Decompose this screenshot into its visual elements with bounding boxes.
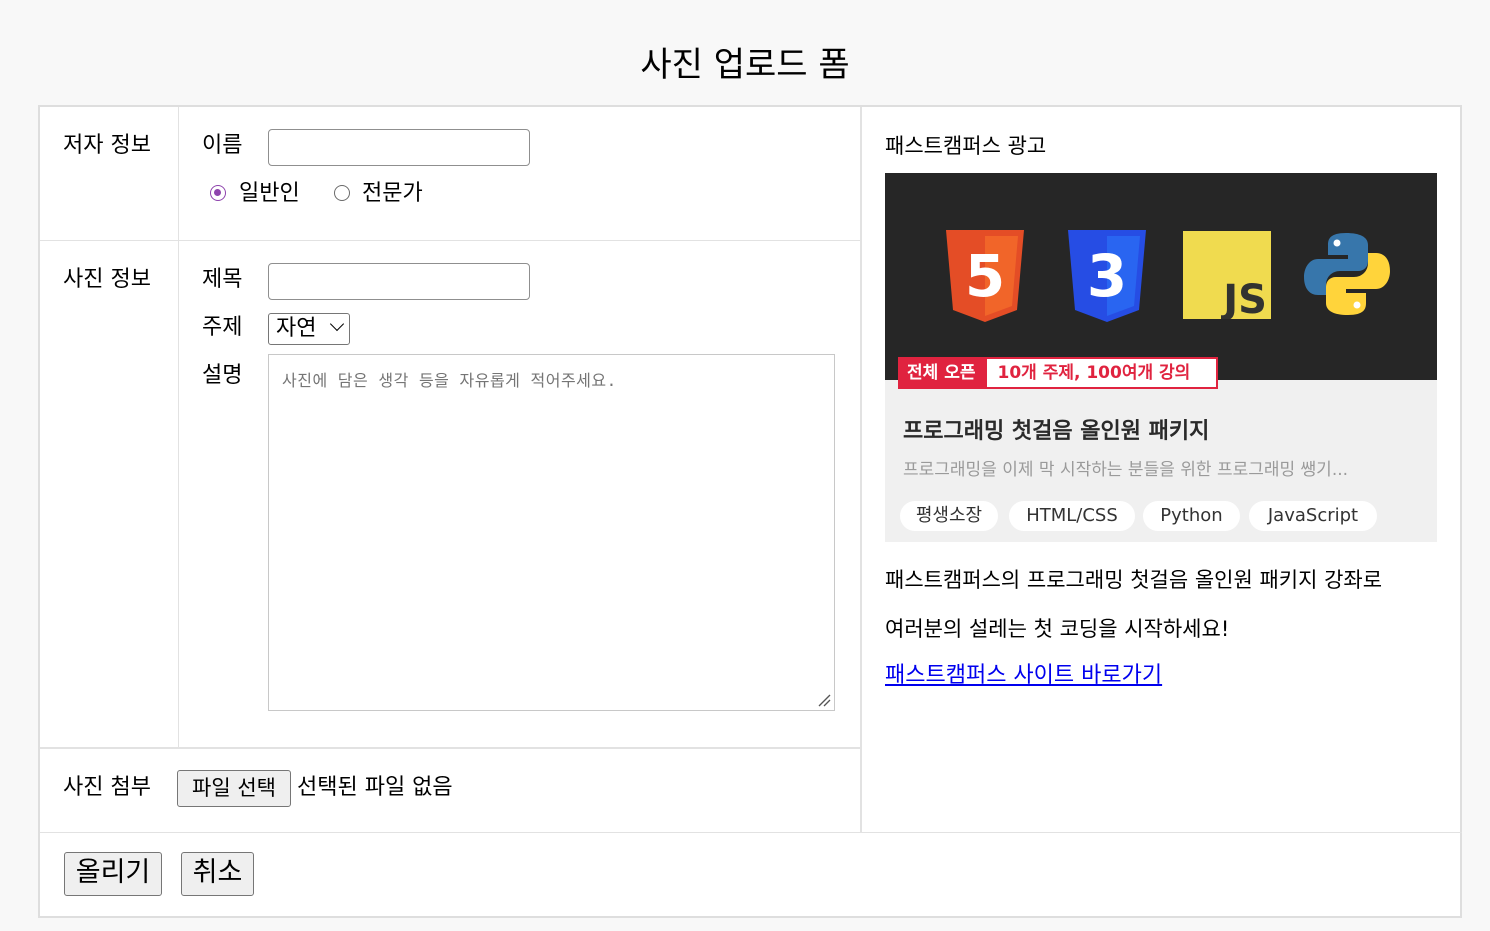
subject-label: 주제	[202, 315, 243, 340]
radio-expert-label: 전문가	[362, 181, 423, 206]
svg-text:JS: JS	[1220, 277, 1267, 319]
row-divider	[40, 747, 860, 749]
description-textarea[interactable]: 사진에 담은 생각 등을 자유롭게 적어주세요.	[268, 354, 835, 711]
css3-icon: 3	[1068, 230, 1146, 322]
ad-chip: HTML/CSS	[1009, 501, 1135, 531]
file-status-text: 선택된 파일 없음	[297, 775, 453, 800]
name-input[interactable]	[268, 129, 530, 166]
chevron-down-icon	[329, 316, 345, 332]
radio-general-label: 일반인	[239, 181, 300, 206]
radio-general[interactable]	[210, 185, 226, 201]
ad-chip: 평생소장	[900, 501, 998, 531]
ad-tag-secondary: 10개 주제, 100여개 강의	[997, 363, 1191, 383]
title-input[interactable]	[268, 263, 530, 300]
description-placeholder: 사진에 담은 생각 등을 자유롭게 적어주세요.	[282, 371, 617, 390]
description-label: 설명	[202, 363, 243, 388]
svg-text:5: 5	[965, 242, 1005, 310]
ad-heading: 패스트캠퍼스 광고	[885, 134, 1047, 158]
submit-button[interactable]: 올리기	[64, 852, 162, 896]
row-divider	[40, 240, 860, 241]
ad-course-title: 프로그래밍 첫걸음 올인원 패키지	[903, 419, 1210, 444]
javascript-icon: JS	[1183, 231, 1271, 319]
ad-course-subtitle: 프로그래밍을 이제 막 시작하는 분들을 위한 프로그래밍 쌩기...	[903, 460, 1349, 480]
page-title: 사진 업로드 폼	[640, 45, 850, 85]
subject-selected-value: 자연	[276, 316, 317, 341]
row-divider	[40, 832, 1462, 833]
ad-banner-image[interactable]: 5 3 JS 전체 오픈 10개 주제, 100여개 강의 프로그래밍 첫걸음 …	[885, 173, 1437, 542]
ad-description-line2: 여러분의 설레는 첫 코딩을 시작하세요!	[885, 617, 1230, 641]
title-label: 제목	[202, 267, 243, 292]
cancel-button[interactable]: 취소	[181, 852, 254, 896]
column-divider	[178, 107, 179, 747]
file-select-button[interactable]: 파일 선택	[177, 770, 291, 807]
subject-select[interactable]: 자연	[268, 313, 350, 345]
ad-description-line1: 패스트캠퍼스의 프로그래밍 첫걸음 올인원 패키지 강좌로	[885, 568, 1383, 592]
author-section-label: 저자 정보	[63, 133, 151, 158]
svg-text:3: 3	[1087, 242, 1127, 310]
ad-tag-primary: 전체 오픈	[900, 359, 988, 387]
column-divider-right	[860, 107, 862, 832]
ad-chip: JavaScript	[1249, 501, 1377, 531]
resize-grip-icon[interactable]	[817, 693, 831, 707]
attach-section-label: 사진 첨부	[63, 775, 151, 800]
radio-expert[interactable]	[334, 185, 350, 201]
python-icon	[1304, 233, 1390, 315]
html5-icon: 5	[946, 230, 1024, 322]
photo-section-label: 사진 정보	[63, 267, 151, 292]
ad-site-link[interactable]: 패스트캠퍼스 사이트 바로가기	[885, 661, 1162, 691]
ad-tag: 전체 오픈 10개 주제, 100여개 강의	[898, 357, 1219, 389]
ad-chip: Python	[1143, 501, 1240, 531]
name-label: 이름	[202, 133, 243, 158]
